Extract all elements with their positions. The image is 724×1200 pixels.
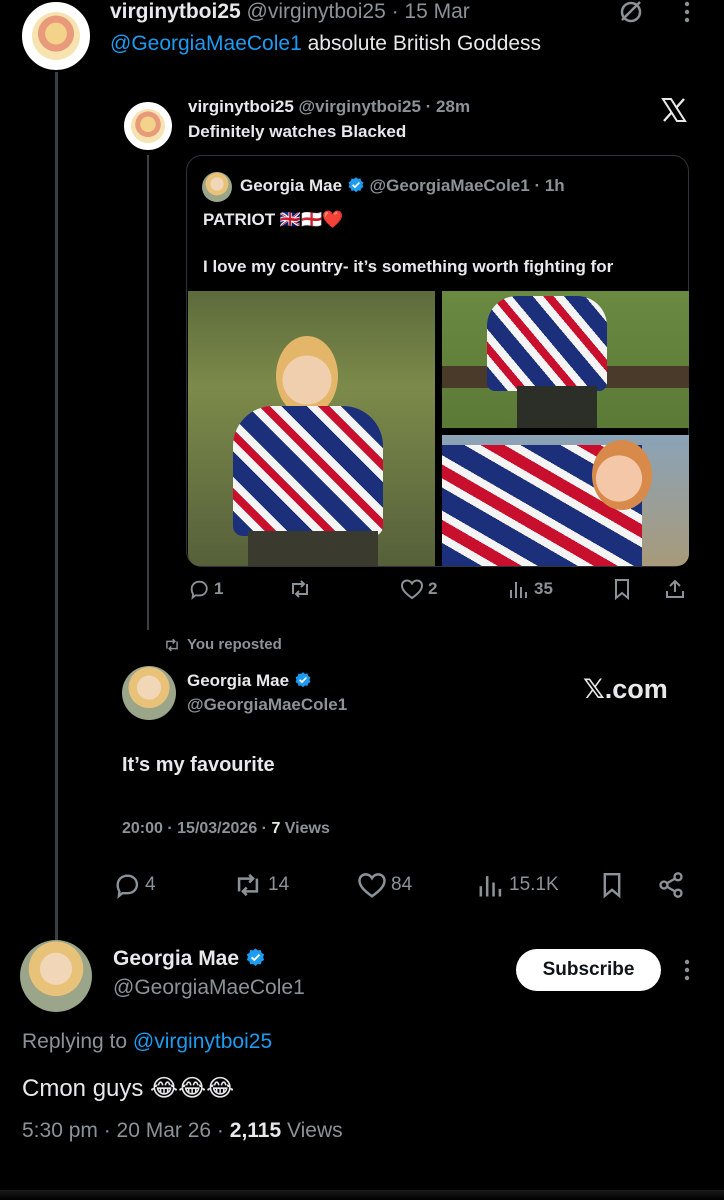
reply-text: It’s my favourite (122, 754, 275, 776)
photo-1 (188, 291, 435, 566)
display-name: virginytboi25 (188, 97, 294, 116)
union-flag (233, 406, 383, 536)
repost-button[interactable]: 14 (232, 871, 289, 899)
reply-name-row: Georgia Mae (187, 671, 312, 691)
main-avatar[interactable] (20, 940, 92, 1012)
replying-to: Replying to @virginytboi25 (22, 1030, 272, 1054)
like-count: 84 (391, 874, 413, 895)
reply-button[interactable]: 4 (113, 871, 156, 899)
views-button[interactable]: 15.1K (477, 871, 559, 899)
timestamp: · 28m (425, 97, 471, 116)
screenshot-header: virginytboi25 @virginytboi25 · 28m (188, 97, 470, 117)
share-icon (664, 578, 686, 600)
views-count: 2,115 (229, 1119, 282, 1142)
ground (248, 531, 378, 566)
views-count: 15.1K (509, 874, 559, 895)
bookmark-icon (612, 578, 632, 600)
subscribe-button[interactable]: Subscribe (516, 949, 661, 991)
quoted-line-2: I love my country- it’s something worth … (203, 257, 614, 276)
reply-avatar (122, 666, 176, 720)
replying-prefix: Replying to (22, 1030, 128, 1053)
photo-2 (442, 291, 689, 428)
verified-badge-icon (295, 672, 311, 688)
tweet-text: @GeorgiaMaeCole1 absolute British Goddes… (110, 32, 541, 56)
share-icon[interactable] (657, 871, 685, 899)
tweet-header: virginytboi25 @virginytboi25 · 15 Mar (110, 0, 470, 24)
timestamp: 20:00 · 15/03/2026 · (122, 820, 272, 837)
handle: @GeorgiaMaeCole1 (187, 695, 348, 714)
avatar[interactable] (20, 0, 92, 72)
reply-button: 1 (188, 578, 223, 600)
handle: @virginytboi25 (298, 97, 421, 116)
tweet-body: absolute British Goddess (307, 32, 542, 55)
display-name: Georgia Mae (187, 671, 290, 690)
handle[interactable]: @GeorgiaMaeCole1 (113, 976, 305, 1000)
skirt (517, 386, 597, 428)
avatar-logo-image (31, 11, 81, 61)
repost-count: 14 (268, 874, 290, 895)
person-face (592, 440, 652, 510)
like-button: 2 (400, 578, 437, 600)
repost-icon (166, 638, 178, 651)
grok-icon[interactable] (616, 0, 646, 24)
views-button: 35 (508, 578, 553, 600)
reply-count: 4 (145, 874, 156, 895)
x-logo-icon (660, 96, 688, 124)
display-name[interactable]: Georgia Mae (113, 947, 239, 970)
verified-badge-icon (246, 948, 265, 966)
screenshot-avatar (122, 100, 174, 152)
more-icon[interactable] (682, 958, 692, 982)
mention-link[interactable]: @GeorgiaMaeCole1 (110, 32, 302, 55)
reply-count: 1 (214, 579, 224, 598)
views-label: Views (284, 820, 330, 837)
verified-badge-icon (348, 177, 364, 193)
screenshot-thread-line (147, 155, 149, 630)
person-face (276, 336, 338, 416)
photo-3 (442, 435, 689, 566)
quoted-line-1: PATRIOT 🇬🇧🏴󠁧󠁢󠁥󠁮󠁧󠁿❤️ (203, 210, 344, 229)
timestamp: · 1h (534, 176, 565, 195)
like-count: 2 (428, 579, 438, 598)
x-dot-com-logo: 𝕏.com (583, 674, 668, 704)
more-icon[interactable] (682, 0, 692, 24)
main-tweet-text: Cmon guys 😂😂😂 (22, 1075, 235, 1102)
display-name: Georgia Mae (240, 176, 343, 195)
timestamp[interactable]: · 15 Mar (392, 0, 470, 23)
avatar-logo-image (130, 108, 166, 144)
timestamp[interactable]: 5:30 pm · 20 Mar 26 · (22, 1119, 230, 1142)
screenshot-text: Definitely watches Blacked (188, 122, 407, 141)
main-name-row: Georgia Mae (113, 947, 266, 971)
quoted-header: Georgia Mae @GeorgiaMaeCole1 · 1h (240, 176, 565, 196)
views-count: 7 (271, 820, 281, 837)
replying-mention-link[interactable]: @virginytboi25 (133, 1030, 272, 1053)
main-timestamp: 5:30 pm · 20 Mar 26 · 2,115 Views (22, 1119, 343, 1143)
handle[interactable]: @virginytboi25 (247, 0, 386, 23)
bookmark-icon[interactable] (600, 871, 624, 899)
repost-notice: You reposted (163, 636, 282, 653)
thread-line (55, 70, 58, 940)
handle: @GeorgiaMaeCole1 (369, 176, 530, 195)
quoted-avatar (202, 172, 232, 202)
union-flag (487, 296, 607, 391)
like-button[interactable]: 84 (357, 871, 412, 899)
display-name[interactable]: virginytboi25 (110, 0, 241, 23)
repost-button (288, 578, 312, 600)
views-count: 35 (534, 579, 553, 598)
repost-notice-label: You reposted (187, 636, 282, 653)
reply-timestamp: 20:00 · 15/03/2026 · 7 Views (122, 820, 330, 838)
views-label: Views (287, 1119, 343, 1142)
cut-off-row (0, 1190, 724, 1200)
